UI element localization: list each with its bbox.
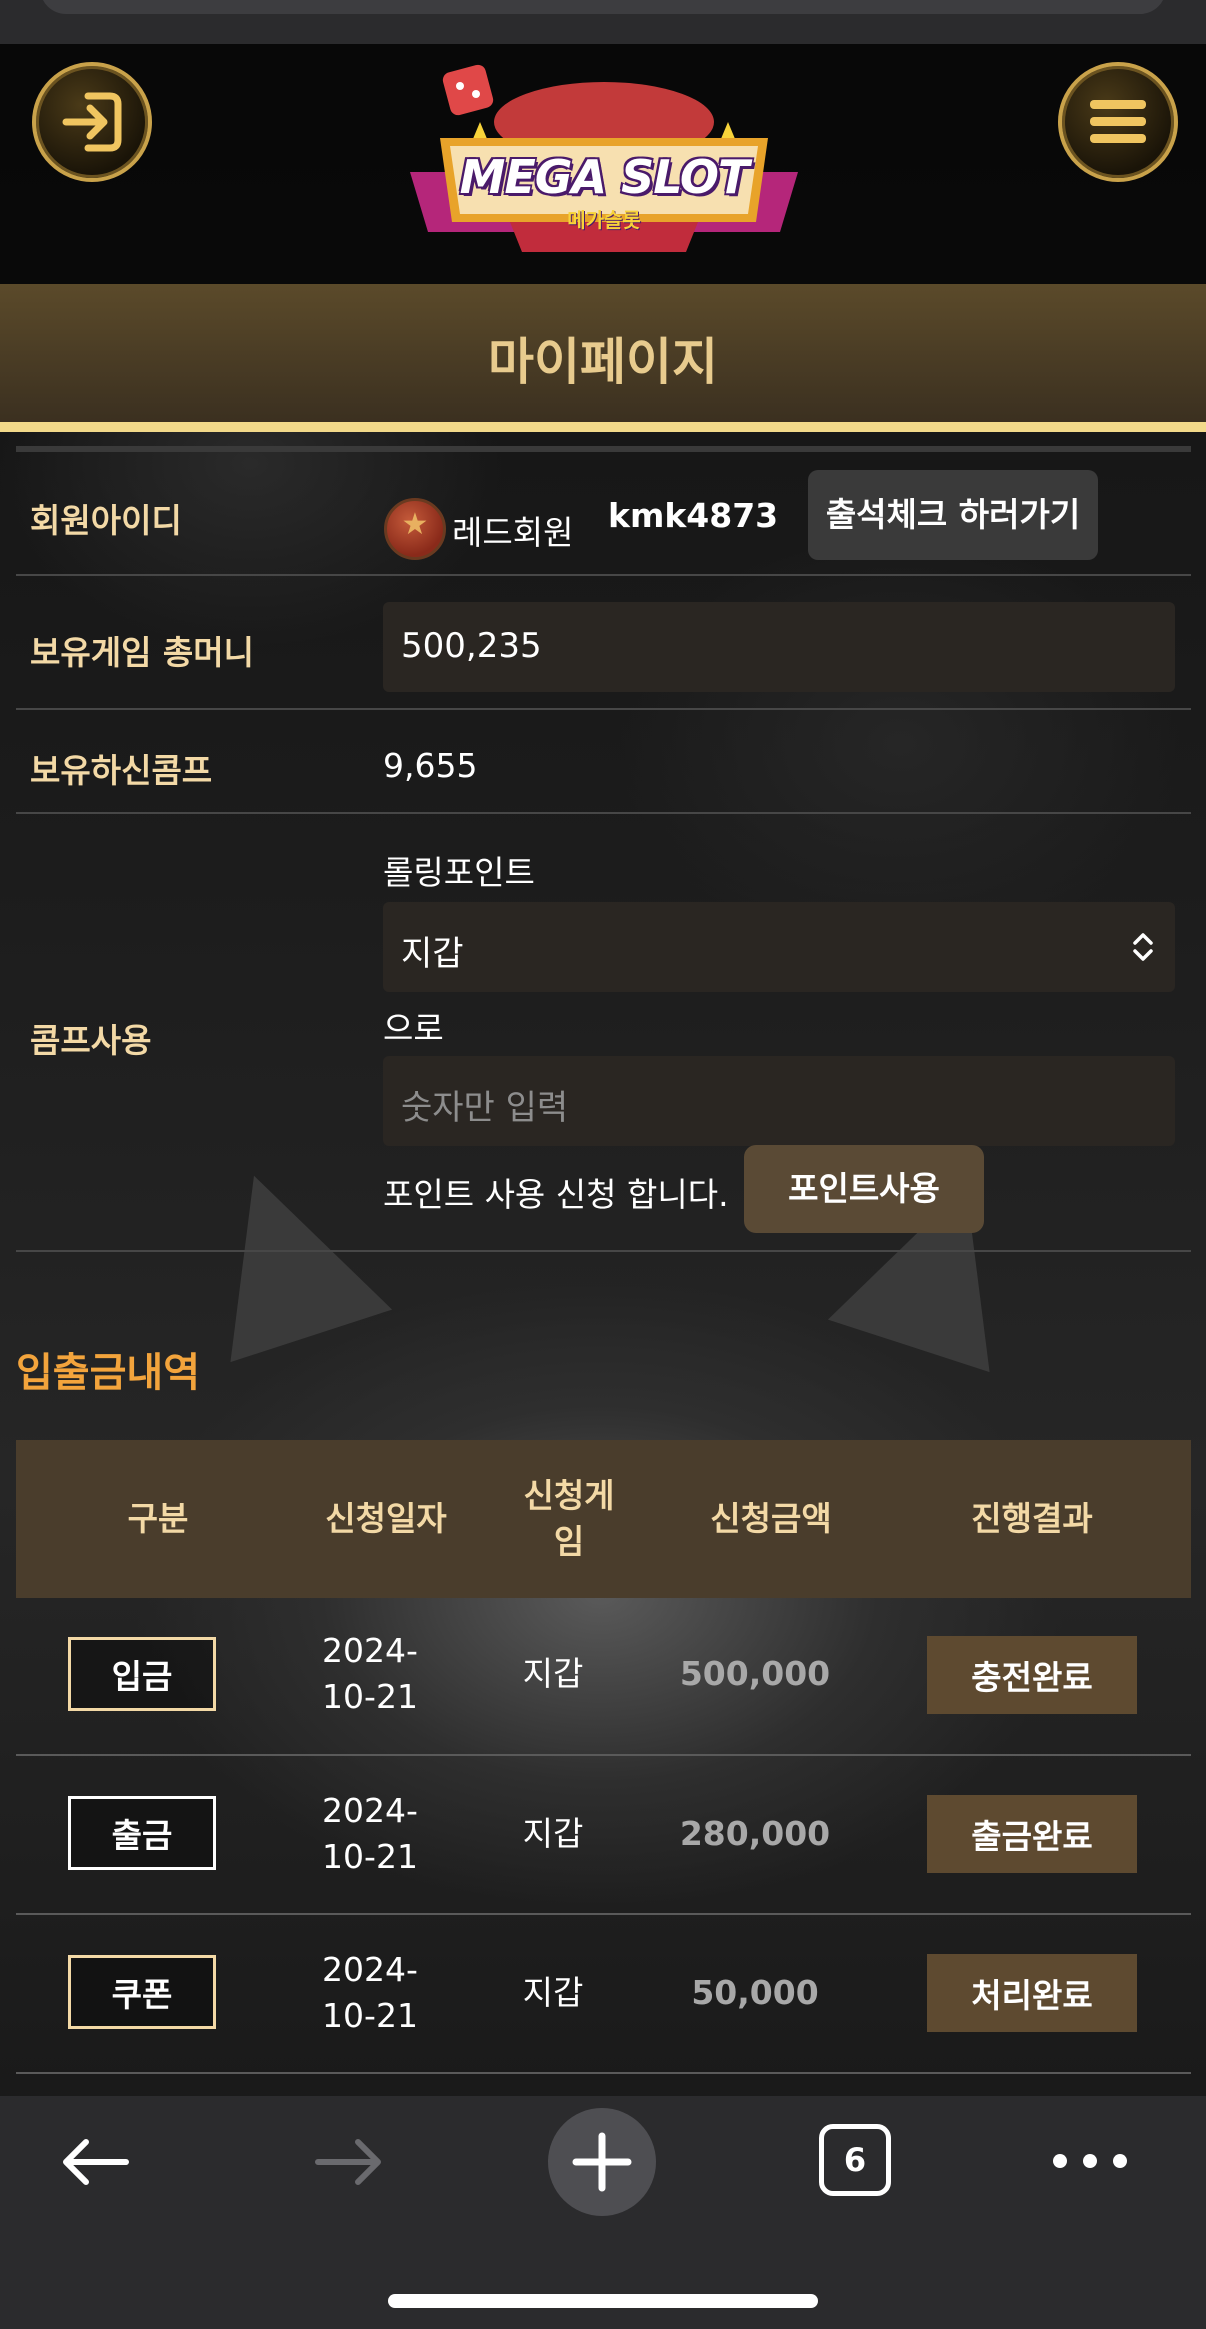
date-line2: 10-21 xyxy=(322,1677,418,1716)
request-amount: 500,000 xyxy=(679,1654,831,1693)
date-line1: 2024- xyxy=(322,1950,418,1989)
comp-label: 보유하신콤프 xyxy=(30,751,213,790)
menu-button[interactable] xyxy=(1058,62,1178,182)
request-date: 2024- 10-21 xyxy=(290,1945,450,2041)
request-game: 지갑 xyxy=(522,1814,584,1853)
attendance-check-button[interactable]: 출석체크 하러가기 xyxy=(808,470,1098,560)
status-badge: 충전완료 xyxy=(927,1636,1137,1714)
column-game-line2: 임 xyxy=(553,1522,585,1561)
type-badge-coupon: 쿠폰 xyxy=(68,1955,216,2029)
title-underline xyxy=(0,422,1206,432)
use-point-button[interactable]: 포인트사용 xyxy=(744,1145,984,1233)
comp-use-label: 콤프사용 xyxy=(30,1021,152,1060)
divider xyxy=(16,1913,1191,1915)
point-amount-input[interactable]: 숫자만 입력 xyxy=(383,1056,1175,1146)
member-id-value: kmk4873 xyxy=(608,496,779,535)
date-line1: 2024- xyxy=(322,1631,418,1670)
column-amount: 신청금액 xyxy=(710,1499,832,1538)
divider xyxy=(16,1754,1191,1756)
divider xyxy=(16,708,1191,710)
home-indicator xyxy=(388,2294,818,2308)
column-status: 진행결과 xyxy=(971,1499,1093,1538)
type-badge-deposit: 입금 xyxy=(68,1637,216,1711)
column-game: 신청게 임 xyxy=(494,1440,644,1598)
member-id-label: 회원아이디 xyxy=(30,501,182,540)
to-text: 으로 xyxy=(383,1009,444,1048)
logo-subtext: 메가슬롯 xyxy=(567,208,641,232)
status-badge: 처리완료 xyxy=(927,1954,1137,2032)
new-tab-button[interactable] xyxy=(548,2108,656,2216)
member-grade-medal: ★ xyxy=(384,498,446,560)
member-grade: 레드회원 xyxy=(452,513,574,552)
browser-top-bar xyxy=(0,0,1206,44)
request-date: 2024- 10-21 xyxy=(290,1626,450,1722)
date-line1: 2024- xyxy=(322,1791,418,1830)
forward-arrow-icon[interactable] xyxy=(310,2132,388,2192)
star-icon: ★ xyxy=(401,507,429,542)
login-icon xyxy=(62,92,122,152)
game-money-label: 보유게임 총머니 xyxy=(30,633,255,672)
wallet-select[interactable]: 지갑 xyxy=(383,902,1175,992)
request-game: 지갑 xyxy=(522,1654,584,1693)
address-bar[interactable] xyxy=(40,0,1166,14)
hamburger-icon xyxy=(1090,100,1146,143)
date-line2: 10-21 xyxy=(322,1837,418,1876)
page-title: 마이페이지 xyxy=(488,333,718,391)
request-game: 지갑 xyxy=(522,1973,584,2012)
column-game-line1: 신청게 xyxy=(523,1476,615,1515)
comp-value: 9,655 xyxy=(383,746,478,785)
column-type: 구분 xyxy=(127,1499,189,1538)
column-date: 신청일자 xyxy=(325,1499,447,1538)
more-icon[interactable] xyxy=(1050,2146,1130,2176)
history-title: 입출금내역 xyxy=(16,1350,200,1396)
site-logo[interactable]: MEGA SLOT 메가슬롯 xyxy=(390,62,818,262)
point-amount-placeholder: 숫자만 입력 xyxy=(401,1088,569,1128)
wallet-select-value: 지갑 xyxy=(401,934,464,974)
tabs-button[interactable]: 6 xyxy=(819,2124,891,2196)
divider xyxy=(16,446,1191,452)
page-title-bar: 마이페이지 xyxy=(0,284,1206,422)
select-arrows-icon xyxy=(1133,933,1153,961)
rolling-point-label: 롤링포인트 xyxy=(383,853,535,892)
divider xyxy=(16,812,1191,814)
request-amount: 280,000 xyxy=(679,1814,831,1853)
request-text: 포인트 사용 신청 합니다. xyxy=(383,1175,729,1214)
divider xyxy=(16,1250,1191,1252)
login-button[interactable] xyxy=(32,62,152,182)
request-amount: 50,000 xyxy=(691,1973,819,2012)
request-date: 2024- 10-21 xyxy=(290,1786,450,1882)
divider xyxy=(16,574,1191,576)
game-money-field: 500,235 xyxy=(383,602,1175,692)
divider xyxy=(16,2072,1191,2074)
logo-text: MEGA SLOT xyxy=(459,150,750,204)
plus-icon xyxy=(572,2132,632,2192)
status-badge: 출금완료 xyxy=(927,1795,1137,1873)
type-badge-withdraw: 출금 xyxy=(68,1796,216,1870)
history-table-header: 구분 신청일자 신청게 임 신청금액 진행결과 xyxy=(16,1440,1191,1598)
back-arrow-icon[interactable] xyxy=(56,2132,134,2192)
game-money-value: 500,235 xyxy=(401,626,542,666)
date-line2: 10-21 xyxy=(322,1996,418,2035)
